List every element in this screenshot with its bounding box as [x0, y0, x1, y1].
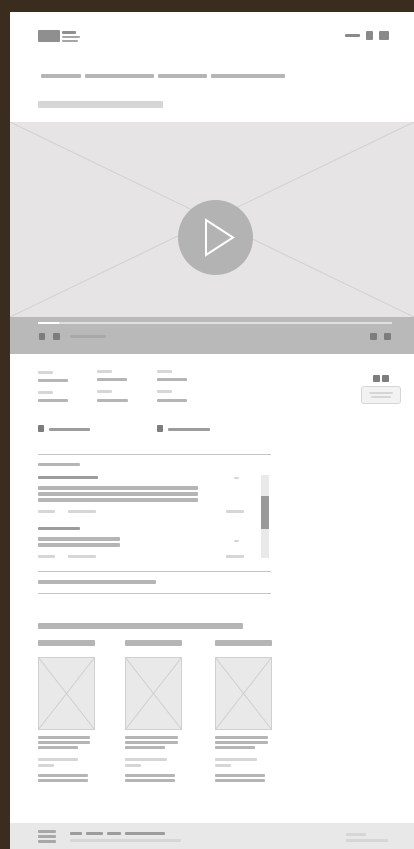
legend-label-1[interactable]	[49, 428, 90, 431]
grid-toggle-icon[interactable]	[373, 375, 389, 383]
legend	[10, 422, 414, 438]
play-icon	[205, 218, 235, 257]
scrollbar-thumb[interactable]	[261, 496, 269, 529]
volume-icon[interactable]	[53, 333, 60, 340]
related-card-3[interactable]	[215, 640, 272, 785]
thumbnail-image[interactable]	[215, 657, 272, 730]
page	[10, 12, 414, 849]
header	[10, 12, 414, 52]
page-title	[38, 101, 163, 108]
menu-icon[interactable]	[38, 830, 56, 843]
legend-marker-2	[157, 425, 163, 432]
footer	[10, 823, 414, 849]
nav-tabs	[10, 70, 414, 82]
details-grid	[10, 364, 414, 424]
play-button[interactable]	[178, 200, 253, 275]
divider	[38, 593, 271, 594]
footer-link[interactable]	[125, 832, 165, 835]
footer-link[interactable]	[107, 832, 121, 835]
time-label	[70, 335, 106, 338]
toggle-button[interactable]	[361, 386, 401, 404]
square-icon[interactable]	[379, 31, 389, 40]
progress-fill	[38, 322, 60, 324]
video-controls	[10, 317, 414, 354]
footer-meta	[346, 839, 388, 842]
comment-input[interactable]	[38, 580, 156, 584]
divider	[38, 454, 271, 455]
legend-label-2[interactable]	[168, 428, 210, 431]
related-heading	[38, 623, 243, 629]
comments-panel	[38, 454, 271, 594]
settings-icon[interactable]	[370, 333, 377, 340]
logo-icon[interactable]	[38, 30, 80, 42]
scrollbar[interactable]	[261, 475, 269, 558]
footer-link[interactable]	[86, 832, 103, 835]
tab-1[interactable]	[41, 74, 81, 78]
tab-3[interactable]	[158, 74, 207, 78]
thumbnail-image[interactable]	[125, 657, 182, 730]
footer-meta	[346, 833, 366, 836]
footer-copyright	[70, 839, 181, 842]
tab-4[interactable]	[211, 74, 285, 78]
related-card-2[interactable]	[125, 640, 182, 785]
tab-2[interactable]	[85, 74, 154, 78]
legend-marker-1	[38, 425, 44, 432]
minus-icon[interactable]	[345, 34, 360, 37]
fullscreen-icon[interactable]	[384, 333, 391, 340]
divider	[38, 571, 271, 572]
related-card-1[interactable]	[38, 640, 95, 785]
play-control-icon[interactable]	[39, 333, 45, 340]
thumbnail-image[interactable]	[38, 657, 95, 730]
footer-link[interactable]	[70, 832, 82, 835]
square-icon[interactable]	[366, 31, 373, 40]
progress-track[interactable]	[38, 322, 392, 324]
